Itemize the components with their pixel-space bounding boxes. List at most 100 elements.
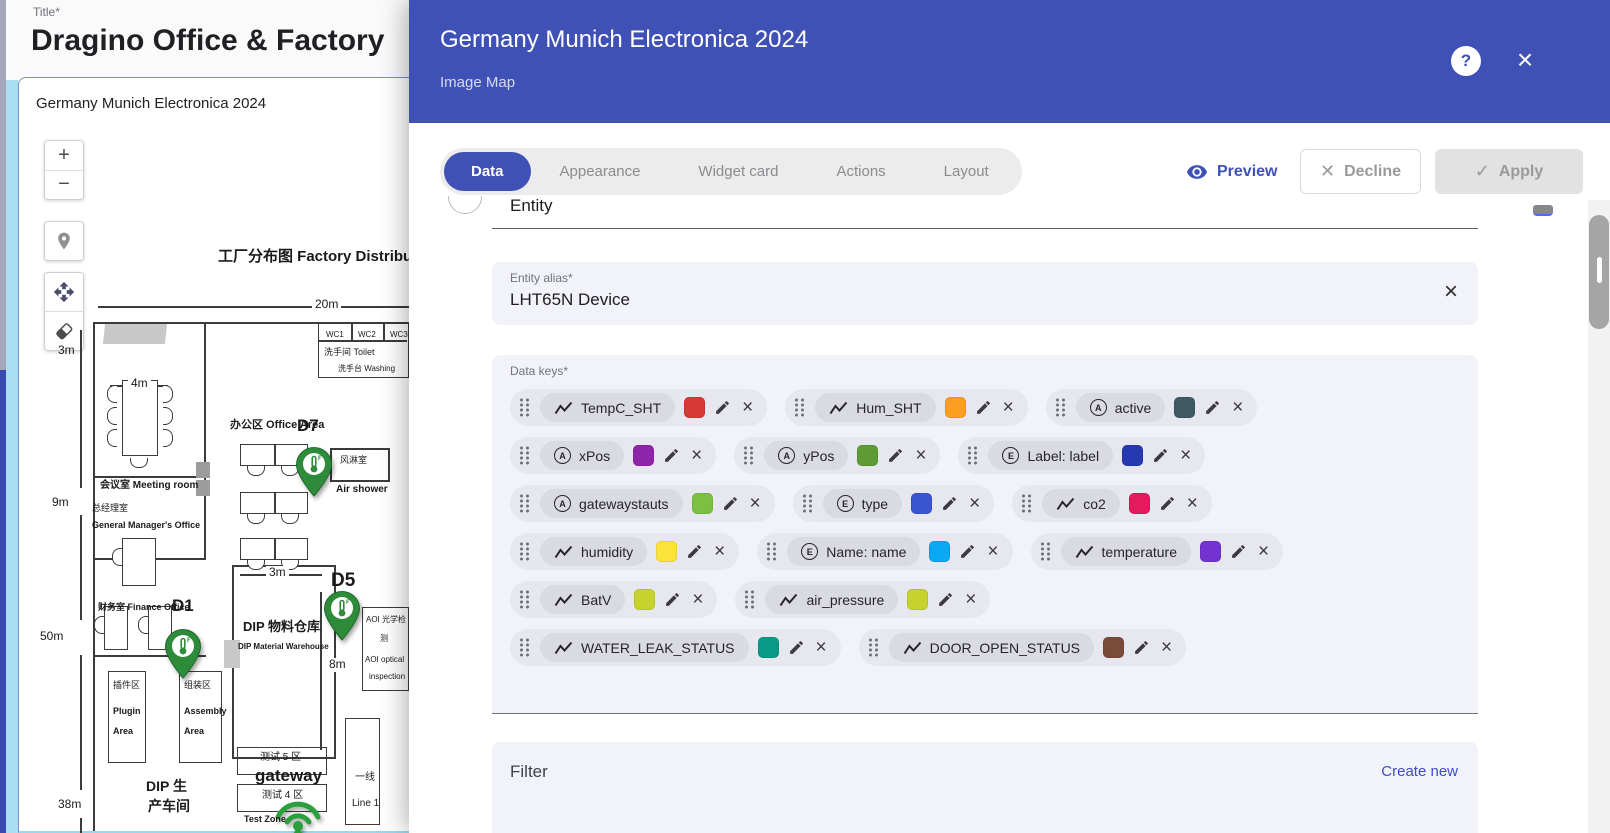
color-swatch[interactable] bbox=[692, 493, 713, 514]
color-swatch[interactable] bbox=[1122, 445, 1143, 466]
edit-icon[interactable] bbox=[1204, 399, 1221, 416]
drag-handle-icon[interactable] bbox=[518, 589, 531, 610]
data-key-chip[interactable]: AyPos × bbox=[734, 437, 940, 474]
help-icon[interactable]: ? bbox=[1451, 46, 1481, 76]
edit-icon[interactable] bbox=[941, 495, 958, 512]
key-name-pill[interactable]: AyPos bbox=[764, 441, 848, 470]
apply-button[interactable]: ✓ Apply bbox=[1435, 149, 1583, 194]
data-key-chip[interactable]: Aactive × bbox=[1046, 389, 1258, 426]
color-swatch[interactable] bbox=[911, 493, 932, 514]
drag-handle-icon[interactable] bbox=[518, 445, 531, 466]
edit-icon[interactable] bbox=[1152, 447, 1169, 464]
edit-icon[interactable] bbox=[1230, 543, 1247, 560]
drag-handle-icon[interactable] bbox=[1054, 397, 1067, 418]
tab-actions[interactable]: Actions bbox=[807, 152, 914, 191]
clear-icon[interactable]: × bbox=[1444, 280, 1458, 304]
tab-appearance[interactable]: Appearance bbox=[531, 152, 670, 191]
drag-handle-icon[interactable] bbox=[1020, 493, 1033, 514]
decline-button[interactable]: ✕ Decline bbox=[1300, 149, 1421, 194]
device-marker-d1[interactable]: F bbox=[164, 628, 202, 680]
color-swatch[interactable] bbox=[907, 589, 928, 610]
remove-icon[interactable]: × bbox=[913, 446, 928, 465]
remove-icon[interactable]: × bbox=[1185, 494, 1200, 513]
drag-handle-icon[interactable] bbox=[1039, 541, 1052, 562]
drag-handle-icon[interactable] bbox=[518, 541, 531, 562]
drag-handle-icon[interactable] bbox=[743, 589, 756, 610]
drag-handle-icon[interactable] bbox=[518, 397, 531, 418]
drag-handle-icon[interactable] bbox=[867, 637, 880, 658]
close-icon[interactable]: × bbox=[1509, 44, 1541, 76]
edit-icon[interactable] bbox=[1159, 495, 1176, 512]
edit-icon[interactable] bbox=[663, 447, 680, 464]
remove-icon[interactable]: × bbox=[1178, 446, 1193, 465]
color-swatch[interactable] bbox=[1129, 493, 1150, 514]
data-key-chip[interactable]: Agatewaystauts × bbox=[510, 485, 775, 522]
remove-icon[interactable]: × bbox=[985, 542, 1000, 561]
key-name-pill[interactable]: BatV bbox=[540, 585, 625, 614]
edit-icon[interactable] bbox=[937, 591, 954, 608]
entity-alias-field[interactable]: Entity alias* LHT65N Device × bbox=[492, 262, 1478, 325]
edit-icon[interactable] bbox=[664, 591, 681, 608]
create-new-link[interactable]: Create new bbox=[1381, 763, 1458, 780]
color-swatch[interactable] bbox=[656, 541, 677, 562]
key-name-pill[interactable]: Etype bbox=[823, 489, 902, 518]
remove-icon[interactable]: × bbox=[712, 542, 727, 561]
remove-icon[interactable]: × bbox=[690, 590, 705, 609]
data-key-chip[interactable]: ELabel: label× bbox=[958, 437, 1205, 474]
data-key-chip[interactable]: humidity × bbox=[510, 533, 739, 570]
tab-widget-card[interactable]: Widget card bbox=[669, 152, 807, 191]
edit-icon[interactable] bbox=[686, 543, 703, 560]
drag-handle-icon[interactable] bbox=[801, 493, 814, 514]
remove-icon[interactable]: × bbox=[1001, 398, 1016, 417]
drag-handle-icon[interactable] bbox=[793, 397, 806, 418]
key-name-pill[interactable]: Aactive bbox=[1076, 393, 1166, 422]
color-swatch[interactable] bbox=[758, 637, 779, 658]
data-key-chip[interactable]: DOOR_OPEN_STATUS× bbox=[859, 629, 1187, 666]
key-name-pill[interactable]: WATER_LEAK_STATUS bbox=[540, 633, 749, 662]
tab-data[interactable]: Data bbox=[444, 152, 531, 191]
data-key-chip[interactable]: Etype× bbox=[793, 485, 995, 522]
drag-handle-icon[interactable] bbox=[966, 445, 979, 466]
edit-icon[interactable] bbox=[887, 447, 904, 464]
color-swatch[interactable] bbox=[1200, 541, 1221, 562]
color-swatch[interactable] bbox=[684, 397, 705, 418]
color-swatch[interactable] bbox=[857, 445, 878, 466]
drag-handle-icon[interactable] bbox=[742, 445, 755, 466]
drag-handle-icon[interactable] bbox=[765, 541, 778, 562]
data-key-chip[interactable]: co2 × bbox=[1012, 485, 1212, 522]
remove-icon[interactable]: × bbox=[1230, 398, 1245, 417]
data-key-chip[interactable]: AxPos× bbox=[510, 437, 716, 474]
data-key-chip[interactable]: Hum_SHT × bbox=[785, 389, 1027, 426]
device-marker-d7[interactable]: F bbox=[295, 446, 333, 498]
edit-icon[interactable] bbox=[959, 543, 976, 560]
color-swatch[interactable] bbox=[1174, 397, 1195, 418]
drag-handle-icon[interactable] bbox=[518, 637, 531, 658]
drag-handle-icon[interactable] bbox=[518, 493, 531, 514]
data-key-chip[interactable]: air_pressure× bbox=[735, 581, 990, 618]
key-name-pill[interactable]: temperature bbox=[1061, 537, 1191, 566]
key-name-pill[interactable]: humidity bbox=[540, 537, 647, 566]
remove-icon[interactable]: × bbox=[689, 446, 704, 465]
edit-icon[interactable] bbox=[1133, 639, 1150, 656]
edit-icon[interactable] bbox=[975, 399, 992, 416]
key-name-pill[interactable]: Hum_SHT bbox=[815, 393, 935, 422]
data-key-chip[interactable]: BatV × bbox=[510, 581, 717, 618]
remove-icon[interactable]: × bbox=[740, 398, 755, 417]
key-name-pill[interactable]: TempC_SHT bbox=[540, 393, 675, 422]
remove-icon[interactable]: × bbox=[1256, 542, 1271, 561]
device-marker-d5[interactable]: F bbox=[323, 590, 361, 642]
data-key-chip[interactable]: temperature × bbox=[1031, 533, 1284, 570]
key-name-pill[interactable]: Agatewaystauts bbox=[540, 489, 683, 518]
color-swatch[interactable] bbox=[945, 397, 966, 418]
remove-icon[interactable]: × bbox=[748, 494, 763, 513]
remove-icon[interactable]: × bbox=[814, 638, 829, 657]
preview-button[interactable]: Preview bbox=[1180, 150, 1283, 194]
datasource-type-value[interactable]: Entity bbox=[510, 196, 553, 216]
scrollbar-thumb[interactable] bbox=[1589, 215, 1609, 329]
color-swatch[interactable] bbox=[634, 589, 655, 610]
key-name-pill[interactable]: EName: name bbox=[787, 537, 920, 566]
key-name-pill[interactable]: co2 bbox=[1042, 489, 1120, 518]
edit-icon[interactable] bbox=[722, 495, 739, 512]
remove-icon[interactable]: × bbox=[963, 590, 978, 609]
data-key-chip[interactable]: EName: name × bbox=[757, 533, 1012, 570]
